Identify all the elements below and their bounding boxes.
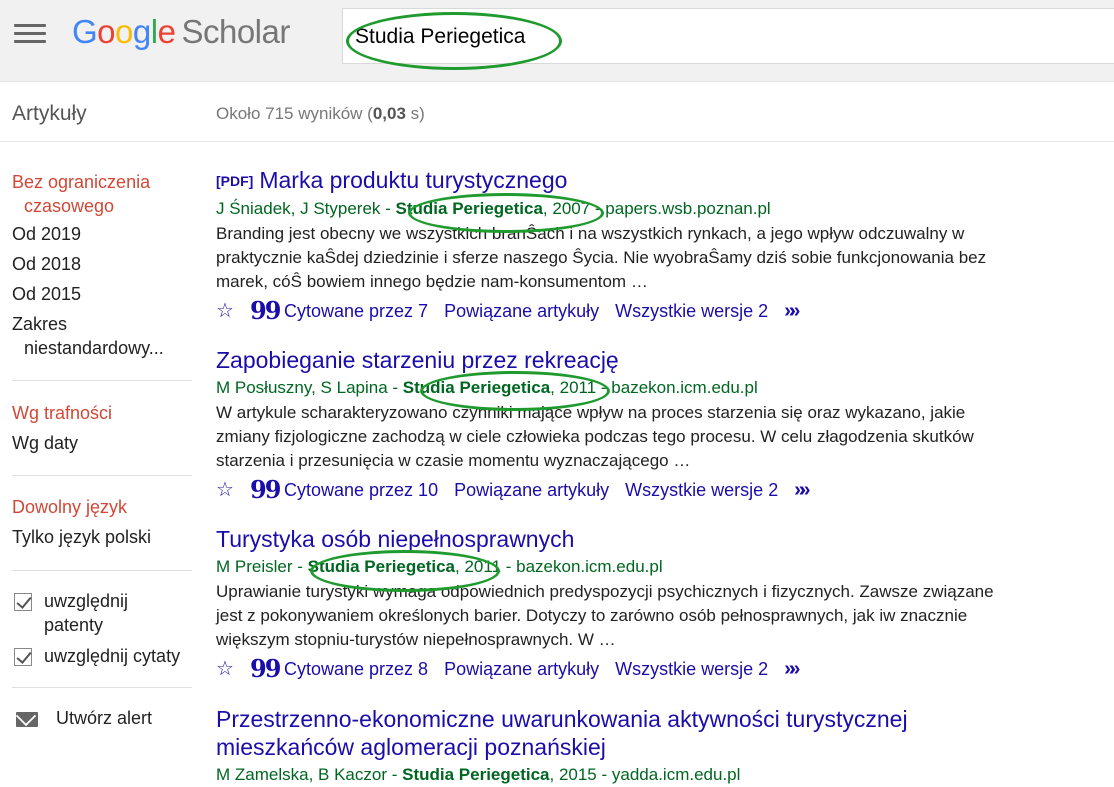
result-item: Zapobieganie starzeniu przez rekreację M… [216,346,1016,502]
result-snippet: Uprawianie turystyki wymaga odpowiednich… [216,582,994,649]
result-meta: M Zamelska, B Kaczor - Studia Periegetic… [216,765,741,784]
filter-since-2015[interactable]: Od 2015 [12,282,81,306]
subheader: Artykuły Około 715 wyników (0,03 s) [0,82,1114,142]
result-item: Przestrzenno-ekonomiczne uwarunkowania a… [216,705,1016,787]
result-title-link[interactable]: Turystyka osób niepełnosprawnych [216,525,1016,553]
related-articles-link[interactable]: Powiązane artykuły [444,301,599,321]
checkmark-icon [14,593,32,611]
filter-custom-range[interactable]: Zakres niestandardowy... [12,312,164,360]
result-count: Około 715 wyników (0,03 s) [216,104,425,123]
result-title-link[interactable]: Przestrzenno-ekonomiczne uwarunkowania a… [216,705,1016,761]
result-snippet: Branding jest obecny we wszystkich branŜ… [216,224,987,291]
cite-quote-icon[interactable]: 99 [244,299,284,323]
divider [12,380,192,381]
result-actions: ☆ 99 Cytowane przez 7 Powiązane artykuły Wsz… [216,299,1016,323]
all-versions-link[interactable]: Wszystkie wersje 2 [625,480,778,500]
include-patents-checkbox[interactable]: uwzględnij patenty [14,589,128,637]
result-actions: ☆ 99 Cytowane przez 8 Powiązane artykuły Wsz… [216,657,1016,681]
hamburger-menu-icon[interactable] [14,24,46,44]
filter-since-2019[interactable]: Od 2019 [12,222,81,246]
cited-by-link[interactable]: Cytowane przez 10 [284,480,438,500]
filter-since-2018[interactable]: Od 2018 [12,252,81,276]
google-scholar-logo[interactable]: Google Scholar [72,12,290,52]
sort-by-date[interactable]: Wg daty [12,431,78,455]
result-snippet: W artykule scharakteryzowano czynniki ma… [216,403,974,470]
more-chevron-icon[interactable]: »» [784,300,800,322]
more-chevron-icon[interactable]: »» [784,658,800,680]
search-box [342,8,1114,64]
cited-by-link[interactable]: Cytowane przez 8 [284,659,428,679]
divider [12,475,192,476]
cited-by-link[interactable]: Cytowane przez 7 [284,301,428,321]
cite-quote-icon[interactable]: 99 [244,657,284,681]
result-title-link[interactable]: Zapobieganie starzeniu przez rekreację [216,346,1016,374]
result-item: [PDF] Marka produktu turystycznego J Śnia… [216,166,1016,323]
result-item: Turystyka osób niepełnosprawnych M Preis… [216,525,1016,681]
result-actions: ☆ 99 Cytowane przez 10 Powiązane artykuły Ws… [216,478,1016,502]
save-star-icon[interactable]: ☆ [216,657,244,681]
all-versions-link[interactable]: Wszystkie wersje 2 [615,659,768,679]
section-title: Artykuły [12,102,87,125]
result-meta: M Preisler - Studia Periegetica, 2011 - … [216,557,663,576]
save-star-icon[interactable]: ☆ [216,299,244,323]
search-input[interactable] [355,25,1055,49]
header: Google Scholar [0,0,1114,82]
save-star-icon[interactable]: ☆ [216,478,244,502]
more-chevron-icon[interactable]: »» [794,479,810,501]
sort-by-relevance[interactable]: Wg trafności [12,401,112,425]
create-alert-button[interactable]: Utwórz alert [16,708,152,729]
checkmark-icon [14,648,32,666]
result-title-link[interactable]: [PDF] Marka produktu turystycznego [216,166,1016,195]
envelope-icon [16,712,38,727]
divider [12,687,192,688]
filter-any-language[interactable]: Dowolny język [12,495,127,519]
filter-polish-only[interactable]: Tylko język polski [12,525,151,549]
related-articles-link[interactable]: Powiązane artykuły [444,659,599,679]
result-meta: M Posłuszny, S Lapina - Studia Periegeti… [216,378,758,397]
all-versions-link[interactable]: Wszystkie wersje 2 [615,301,768,321]
filter-any-time[interactable]: Bez ograniczenia czasowego [12,170,150,218]
cite-quote-icon[interactable]: 99 [244,478,284,502]
result-meta: J Śniadek, J Styperek - Studia Periegeti… [216,199,771,218]
include-citations-checkbox[interactable]: uwzględnij cytaty [14,644,180,668]
related-articles-link[interactable]: Powiązane artykuły [454,480,609,500]
pdf-tag[interactable]: [PDF] [216,173,253,189]
divider [12,570,192,571]
